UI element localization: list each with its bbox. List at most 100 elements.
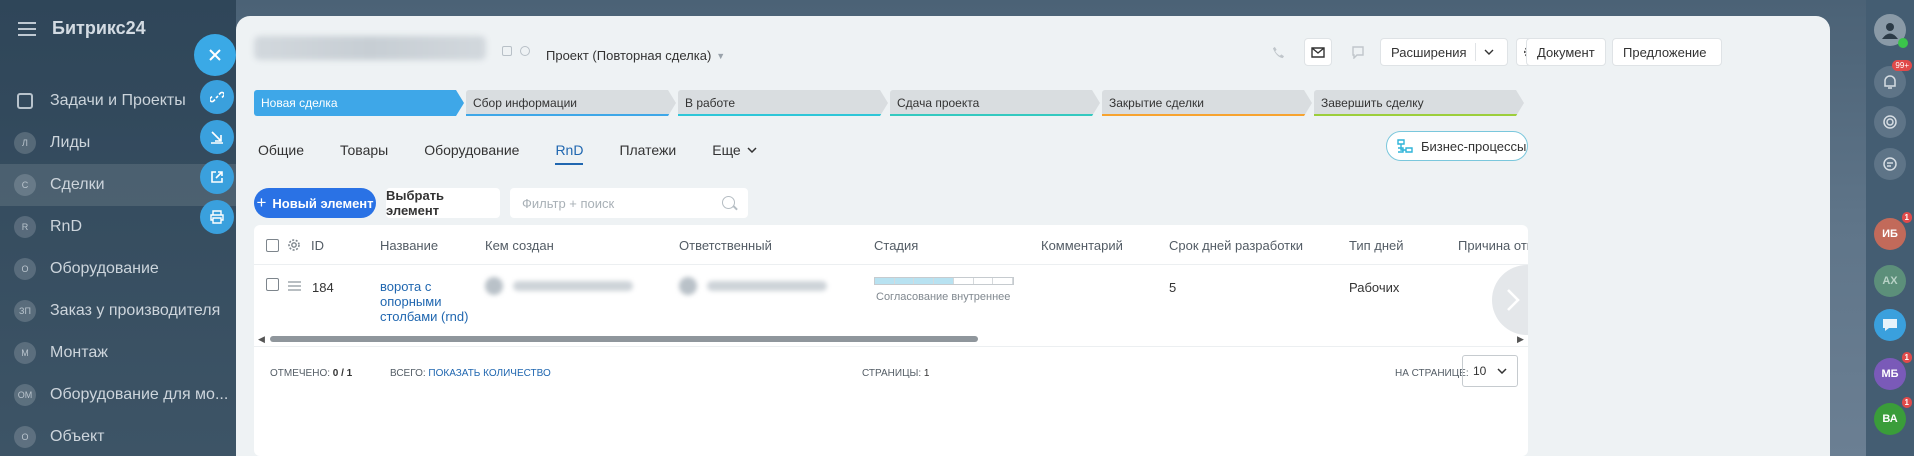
column-header-name[interactable]: Название: [380, 238, 438, 253]
stage-project-delivery[interactable]: Сдача проекта: [890, 90, 1100, 116]
deal-type-selector[interactable]: Проект (Повторная сделка) ▼: [546, 48, 725, 63]
column-header-comment[interactable]: Комментарий: [1041, 238, 1123, 253]
proposal-button[interactable]: Предложение: [1612, 38, 1722, 66]
stage-label: Завершить сделку: [1321, 96, 1424, 110]
document-dropdown-button[interactable]: Документ: [1526, 38, 1606, 66]
arrow-down-right-icon: [211, 131, 223, 144]
rnd-grid: ID Название Кем создан Ответственный Ста…: [254, 225, 1528, 456]
total-counter: ВСЕГО: ПОКАЗАТЬ КОЛИЧЕСТВО: [390, 368, 551, 379]
sidebar-item-installation-equipment[interactable]: ОМ Оборудование для мо...: [0, 374, 236, 416]
chat-group[interactable]: [1874, 309, 1906, 341]
scrollbar-thumb[interactable]: [270, 336, 978, 342]
stage-label: Новая сделка: [261, 96, 338, 110]
per-page-label: НА СТРАНИЦЕ:: [1395, 368, 1469, 379]
chevron-down-icon: [1484, 49, 1494, 55]
horizontal-scrollbar[interactable]: [258, 336, 1524, 342]
scroll-right-button[interactable]: [1492, 265, 1528, 335]
chat-user-ib[interactable]: ИБ 1: [1874, 212, 1912, 250]
unread-badge: 1: [1901, 212, 1912, 223]
chat-button[interactable]: [1344, 38, 1372, 66]
close-slider-button[interactable]: [194, 34, 236, 76]
row-dev-days: 5: [1169, 280, 1177, 295]
new-element-button[interactable]: + Новый элемент: [254, 188, 376, 218]
show-count-link[interactable]: ПОКАЗАТЬ КОЛИЧЕСТВО: [428, 368, 550, 379]
chat-user-va[interactable]: ВА 1: [1874, 397, 1912, 435]
sidebar-item-equipment[interactable]: О Оборудование: [0, 248, 236, 290]
tab-products[interactable]: Товары: [340, 136, 388, 164]
column-header-stage[interactable]: Стадия: [874, 238, 918, 253]
column-header-cancel-reason[interactable]: Причина отм: [1458, 238, 1528, 253]
drag-handle-icon[interactable]: [288, 281, 301, 291]
stage-in-progress[interactable]: В работе: [678, 90, 888, 116]
row-name-line: ворота с: [380, 279, 432, 294]
right-rail: 99+ ИБ 1 АХ МБ 1 ВА 1: [1866, 0, 1914, 456]
copy-link-button[interactable]: [200, 80, 234, 114]
print-icon: [210, 210, 224, 224]
stage-label: Сбор информации: [473, 96, 577, 110]
stage-complete-deal[interactable]: Завершить сделку: [1314, 90, 1524, 116]
print-button[interactable]: [200, 200, 234, 234]
close-icon: [209, 49, 221, 61]
menu-icon[interactable]: [18, 21, 36, 36]
created-by-redacted[interactable]: [485, 277, 633, 295]
open-new-window-button[interactable]: [200, 160, 234, 194]
email-button[interactable]: [1304, 38, 1332, 66]
tab-general[interactable]: Общие: [258, 136, 304, 164]
proposal-label: Предложение: [1623, 44, 1707, 60]
total-label: ВСЕГО:: [390, 368, 426, 379]
gear-icon[interactable]: [287, 238, 301, 252]
tab-label: Оборудование: [424, 142, 520, 158]
user-initials: ВА: [1882, 413, 1898, 425]
responsible-redacted[interactable]: [679, 277, 827, 295]
user-avatar[interactable]: [1874, 14, 1908, 48]
business-process-button[interactable]: Бизнес-процессы: [1386, 131, 1528, 161]
tab-rnd[interactable]: RnD: [555, 136, 584, 165]
extensions-button[interactable]: Расширения: [1380, 38, 1508, 66]
sidebar-item-manufacturer-order[interactable]: ЗП Заказ у производителя: [0, 290, 236, 332]
edit-icon[interactable]: [502, 46, 512, 56]
filter-search-input[interactable]: [510, 188, 748, 218]
minimize-button[interactable]: [200, 120, 234, 154]
pick-element-button[interactable]: Выбрать элемент: [386, 188, 500, 218]
notifications-badge: 99+: [1892, 60, 1912, 71]
sidebar-item-label: Объект: [50, 428, 105, 445]
link-icon[interactable]: [520, 46, 530, 56]
scroll-right-arrow[interactable]: ▶: [1517, 334, 1524, 345]
notifications-button[interactable]: 99+: [1874, 60, 1912, 98]
sidebar-item-installation[interactable]: М Монтаж: [0, 332, 236, 374]
user-name-redacted: [513, 281, 633, 291]
call-button[interactable]: [1264, 38, 1292, 66]
sidebar-item-label: Задачи и Проекты: [50, 92, 186, 109]
stage-segment: [974, 278, 994, 284]
tab-label: Товары: [340, 142, 389, 158]
stage-segment: [875, 278, 895, 284]
sidebar-item-label: Оборудование: [50, 260, 159, 277]
row-checkbox[interactable]: [266, 278, 279, 291]
stage-new-deal[interactable]: Новая сделка: [254, 90, 464, 116]
checked-counter: ОТМЕЧЕНО: 0 / 1: [270, 368, 352, 379]
per-page-select[interactable]: 10: [1462, 355, 1518, 387]
search-icon[interactable]: [722, 196, 735, 209]
chat-user-mb[interactable]: МБ 1: [1874, 352, 1912, 390]
row-name-link[interactable]: ворота с опорными столбами (rnd): [380, 279, 468, 324]
column-header-day-type[interactable]: Тип дней: [1349, 238, 1404, 253]
select-all-checkbox[interactable]: [266, 239, 279, 252]
stage-closing-deal[interactable]: Закрытие сделки: [1102, 90, 1312, 116]
stage-progress-bar[interactable]: [874, 277, 1014, 285]
stage-info-gathering[interactable]: Сбор информации: [466, 90, 676, 116]
chat-user-ah[interactable]: АХ: [1874, 265, 1906, 297]
tab-more[interactable]: Еще: [712, 136, 757, 164]
sidebar-item-object[interactable]: О Объект: [0, 416, 236, 456]
user-initials: ИБ: [1882, 228, 1898, 240]
chat-support-button[interactable]: [1874, 148, 1906, 180]
deal-slider-panel: Проект (Повторная сделка) ▼ Расширения Н…: [236, 16, 1830, 456]
tab-payments[interactable]: Платежи: [619, 136, 676, 164]
copilot-button[interactable]: [1874, 106, 1906, 138]
chevron-right-icon: [1507, 289, 1520, 311]
chat-group-icon: [1883, 319, 1897, 331]
column-header-id[interactable]: ID: [311, 238, 324, 253]
tab-equipment[interactable]: Оборудование: [424, 136, 519, 164]
column-header-dev-days[interactable]: Срок дней разработки: [1169, 238, 1303, 253]
column-header-responsible[interactable]: Ответственный: [679, 238, 772, 253]
column-header-created-by[interactable]: Кем создан: [485, 238, 554, 253]
